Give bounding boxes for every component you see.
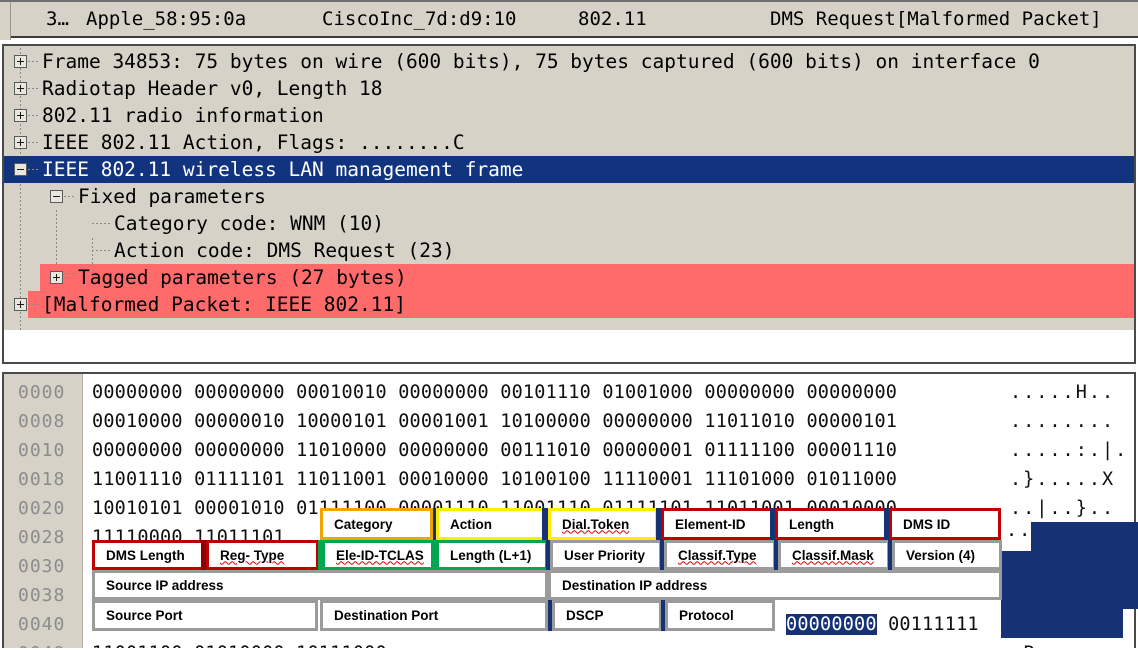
wireshark-window: 3… Apple_58:95:0a CiscoInc_7d:d9:10 802.… [0, 0, 1138, 650]
annotation-category: Category [320, 508, 433, 540]
hex-offset: 0000 [18, 382, 66, 403]
detail-pane-empty-area [4, 330, 1134, 362]
annotation-user-priority: User Priority [550, 540, 662, 570]
hex-bytes: 00000000 00111111 [786, 614, 979, 635]
tree-node-label: Frame 34853: 75 bytes on wire (600 bits)… [42, 50, 1040, 73]
tree-node-action-code[interactable]: Action code: DMS Request (23) [4, 237, 454, 264]
packet-destination-cell: CiscoInc_7d:d9:10 [322, 8, 517, 30]
hex-ascii: .}.....X [1010, 469, 1116, 490]
ascii-selection-block-1 [1031, 522, 1138, 551]
tree-elbow [28, 115, 38, 116]
hex-ascii: .....H.. [1010, 382, 1116, 403]
tree-elbow [28, 142, 38, 143]
hex-offset: 0048 [18, 639, 65, 648]
hex-offset: 0008 [18, 411, 66, 432]
packet-info-cell: DMS Request[Malformed Packet] [770, 8, 1102, 30]
expander-minus-icon[interactable] [14, 163, 27, 176]
annotation-dms-id: DMS ID [889, 508, 1001, 540]
hex-offset: 0020 [18, 498, 66, 519]
expander-minus-icon[interactable] [50, 190, 63, 203]
tree-node-action[interactable]: IEEE 802.11 Action, Flags: ........C [4, 129, 465, 156]
ascii-selection-block-3 [1001, 609, 1123, 638]
hex-ascii: .P. [1010, 639, 1049, 648]
tree-node-category-code[interactable]: Category code: WNM (10) [4, 210, 384, 237]
packet-source-cell: Apple_58:95:0a [86, 8, 247, 30]
annotation-length-l-plus-1: Length (L+1) [436, 540, 548, 570]
annotation-destination-ip-address: Destination IP address [548, 570, 1002, 600]
tree-elbow [92, 250, 110, 251]
annotation-length: Length [775, 508, 887, 540]
expander-plus-icon[interactable] [14, 298, 27, 311]
tree-node-label: [Malformed Packet: IEEE 802.11] [42, 293, 406, 316]
tree-elbow [28, 304, 38, 305]
hex-bytes: 00010000 00000010 10000101 00001001 1010… [92, 411, 898, 432]
ascii-selected-text-group: .. [1006, 520, 1033, 541]
tree-node-radio-info[interactable]: 802.11 radio information [4, 102, 324, 129]
annotation-classifier-type: Classif.Type [664, 540, 776, 570]
tree-node-frame[interactable]: Frame 34853: 75 bytes on wire (600 bits)… [4, 48, 1040, 75]
annotation-protocol: Protocol [665, 600, 775, 631]
tree-node-label: Tagged parameters (27 bytes) [78, 266, 407, 289]
annotation-destination-port: Destination Port [320, 600, 548, 631]
hex-bytes: 11001100 01010000 10111000 [92, 639, 387, 648]
hex-bytes: 11001110 01111101 11011001 00010000 1010… [92, 469, 898, 490]
hex-offset: 0030 [18, 556, 66, 577]
annotation-element-id-tclas: Ele-ID-TCLAS [322, 540, 434, 570]
tree-node-label: Fixed parameters [78, 185, 266, 208]
hex-offset: 0010 [18, 440, 66, 461]
packet-list-row-selected[interactable]: 3… Apple_58:95:0a CiscoInc_7d:d9:10 802.… [0, 6, 1138, 36]
annotation-source-ip-address: Source IP address [92, 570, 548, 600]
hex-offset: 0018 [18, 469, 66, 490]
expander-plus-icon[interactable] [14, 55, 27, 68]
annotation-dms-length: DMS Length [92, 540, 205, 570]
tree-node-label: Radiotap Header v0, Length 18 [42, 77, 383, 100]
annotation-element-id: Element-ID [661, 508, 773, 540]
tree-node-label: IEEE 802.11 Action, Flags: ........C [42, 131, 465, 154]
expander-plus-icon[interactable] [14, 82, 27, 95]
tree-node-malformed-packet[interactable]: [Malformed Packet: IEEE 802.11] [4, 291, 406, 318]
hex-offset: 0040 [18, 614, 66, 635]
tree-node-radiotap[interactable]: Radiotap Header v0, Length 18 [4, 75, 382, 102]
tree-elbow [28, 169, 38, 170]
hex-bytes: 00000000 00000000 11010000 00000000 0011… [92, 440, 898, 461]
hex-bytes: 00000000 00000000 00010010 00000000 0010… [92, 382, 898, 403]
packet-no-cell: 3… [46, 8, 69, 30]
tree-elbow [28, 88, 38, 89]
hex-offset: 0028 [18, 527, 66, 548]
hex-offset: 0038 [18, 585, 66, 606]
ascii-selection-block-2 [1001, 551, 1138, 609]
tree-node-label: IEEE 802.11 wireless LAN management fram… [42, 158, 524, 181]
annotation-action: Action [436, 508, 546, 540]
tree-node-label: Category code: WNM (10) [114, 212, 385, 235]
expander-plus-icon[interactable] [14, 136, 27, 149]
packet-protocol-cell: 802.11 [578, 8, 647, 30]
expander-plus-icon[interactable] [14, 109, 27, 122]
tree-elbow [64, 196, 74, 197]
expander-plus-icon[interactable] [50, 271, 63, 284]
tree-elbow [64, 277, 74, 278]
annotation-dialog-token: Dial.Token [548, 508, 658, 540]
annotation-source-port: Source Port [92, 600, 318, 631]
tree-elbow [28, 61, 38, 62]
tree-node-fixed-parameters[interactable]: Fixed parameters [4, 183, 266, 210]
tree-node-tagged-parameters[interactable]: Tagged parameters (27 bytes) [4, 264, 407, 291]
tree-elbow [92, 223, 110, 224]
hex-ascii: ........ [1010, 411, 1116, 432]
packet-list-pane[interactable]: 3… Apple_58:95:0a CiscoInc_7d:d9:10 802.… [0, 0, 1138, 40]
annotation-classifier-mask: Classif.Mask [778, 540, 890, 570]
hex-ascii: .....:.|. [1010, 440, 1129, 461]
packet-details-pane[interactable]: Frame 34853: 75 bytes on wire (600 bits)… [2, 44, 1136, 364]
tree-node-wlan-mgmt[interactable]: IEEE 802.11 wireless LAN management fram… [4, 156, 523, 183]
tree-node-label: 802.11 radio information [42, 104, 324, 127]
annotation-dscp: DSCP [552, 600, 662, 631]
annotation-version: Version (4) [892, 540, 1002, 570]
annotation-request-type: Reg- Type [206, 540, 319, 570]
tree-node-label: Action code: DMS Request (23) [114, 239, 455, 262]
